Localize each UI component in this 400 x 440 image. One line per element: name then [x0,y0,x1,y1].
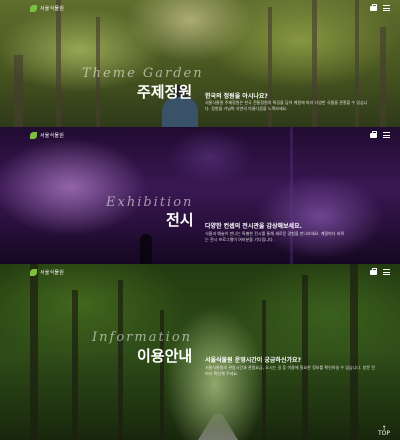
hamburger-icon[interactable] [383,269,390,275]
section-description: 서울식물원의 관람시간과 관람요금, 오시는 길 등 이용에 필요한 정보를 확… [205,365,375,376]
scroll-top-button[interactable]: ↑ TOP [377,426,390,437]
site-header: 서울식물원 [0,264,400,280]
section-en-title: Theme Garden [82,66,204,81]
bag-icon[interactable] [370,3,377,11]
section-intro: 다양한 컨셉의 전시관을 감상해보세요. [205,223,302,230]
site-logo[interactable]: 서울식물원 [30,4,65,12]
section-en-title: Exhibition [106,195,194,210]
site-header: 서울식물원 [0,127,400,143]
section-en-title: Information [92,330,193,345]
site-logo[interactable]: 서울식물원 [30,131,65,139]
hamburger-icon[interactable] [383,5,390,11]
logo-text: 서울식물원 [40,269,65,276]
logo-text: 서울식물원 [40,132,65,139]
site-header: 서울식물원 [0,0,400,16]
site-logo[interactable]: 서울식물원 [30,268,65,276]
leaf-icon [30,131,37,139]
bag-icon[interactable] [370,267,377,275]
theme-garden-section[interactable]: 서울식물원 Theme Garden 주제정원 한국의 정원을 아시나요? 서울… [0,0,400,127]
top-button-label: TOP [377,430,390,437]
section-description: 식물과 예술이 만나는 특별한 전시를 통해 새로운 경험을 만나보세요. 계절… [205,231,345,242]
information-section[interactable]: 서울식물원 Information 이용안내 서울식물원 운영시간이 궁금하신가… [0,264,400,440]
leaf-icon [30,4,37,12]
information-overlay [0,264,400,440]
header-icons [370,3,390,11]
exhibition-overlay [0,127,400,264]
bag-icon[interactable] [370,130,377,138]
section-intro: 한국의 정원을 아시나요? [205,93,268,100]
section-intro: 서울식물원 운영시간이 궁금하신가요? [205,357,301,364]
section-title[interactable]: 주제정원 [137,81,192,102]
section-title[interactable]: 이용안내 [137,345,192,366]
exhibition-section[interactable]: 서울식물원 Exhibition 전시 다양한 컨셉의 전시관을 감상해보세요.… [0,127,400,264]
hamburger-icon[interactable] [383,132,390,138]
header-icons [370,130,390,138]
section-title[interactable]: 전시 [166,209,194,230]
header-icons [370,267,390,275]
logo-text: 서울식물원 [40,5,65,12]
leaf-icon [30,268,37,276]
section-description: 서울식물원 주제정원은 한국 전통정원의 특징을 담아 계절에 따라 다양한 식… [205,100,368,111]
